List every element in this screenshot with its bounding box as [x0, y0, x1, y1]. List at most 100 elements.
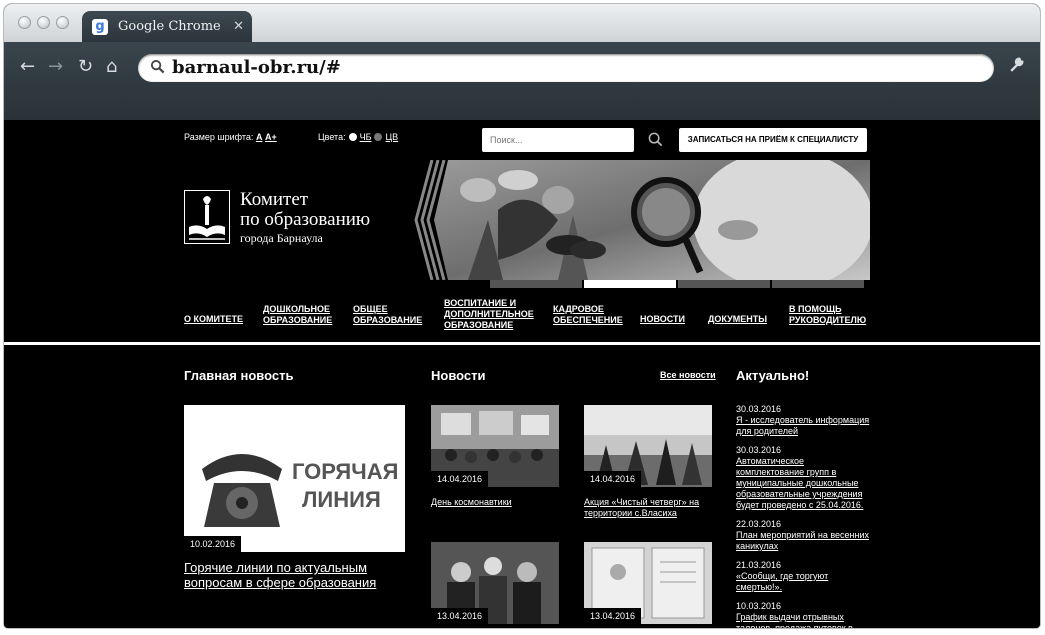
- site-logo[interactable]: Комитет по образованию города Барнаула: [184, 190, 370, 246]
- news-thumb-4[interactable]: 13.04.2016: [584, 542, 712, 624]
- telephone-icon: ГОРЯЧАЯ ЛИНИЯ: [202, 454, 398, 527]
- nav-item-general-education[interactable]: ОБЩЕЕ ОБРАЗОВАНИЕ: [353, 304, 422, 326]
- nav-label: ОБЕСПЕЧЕНИЕ: [553, 315, 623, 325]
- actual-list: 30.03.2016 Я - исследователь информация …: [736, 404, 870, 628]
- reload-icon[interactable]: ↻: [78, 56, 93, 77]
- header-banner-image: [414, 160, 870, 280]
- font-size-aplus-link[interactable]: A+: [265, 132, 277, 142]
- main-news-heading: Главная новость: [184, 368, 294, 383]
- news-date: 14.04.2016: [584, 471, 642, 487]
- news-thumb-3[interactable]: 13.04.2016: [431, 542, 559, 624]
- font-size-label: Размер шрифта:: [184, 132, 254, 142]
- nav-label: ОБРАЗОВАНИЕ: [353, 315, 423, 325]
- all-news-link[interactable]: Все новости: [660, 370, 716, 380]
- nav-item-preschool[interactable]: ДОШКОЛЬНОЕ ОБРАЗОВАНИЕ: [263, 304, 332, 326]
- news-date: 13.04.2016: [584, 608, 642, 624]
- nav-label: ОБРАЗОВАНИЕ: [444, 320, 514, 330]
- logo-line2: по образованию: [240, 209, 371, 230]
- list-item: 10.03.2016 График выдачи отрывных талоно…: [736, 601, 870, 628]
- actual-title-link[interactable]: График выдачи отрывных талонов, продажа …: [736, 612, 853, 628]
- maximize-window-button[interactable]: [56, 16, 69, 29]
- main-news-title-link[interactable]: Горячие линии по актуальным вопросам в с…: [184, 560, 409, 590]
- back-icon[interactable]: ←: [20, 56, 35, 77]
- news-heading: Новости: [431, 368, 486, 383]
- news-title-link[interactable]: День космонавтики: [431, 497, 561, 508]
- search-input[interactable]: [482, 128, 634, 152]
- actual-title-link[interactable]: Я - исследователь информация для родител…: [736, 415, 869, 436]
- nav-item-committee[interactable]: О КОМИТЕТЕ: [184, 314, 243, 325]
- logo-text: Комитет по образованию города Барнаула: [240, 190, 370, 246]
- list-item: 22.03.2016 План мероприятий на весенних …: [736, 519, 870, 552]
- news-thumb-1[interactable]: 14.04.2016: [431, 405, 559, 487]
- actual-date: 22.03.2016: [736, 519, 782, 529]
- nav-label: КАДРОВОЕ: [553, 304, 604, 314]
- colors-label: Цвета:: [318, 132, 346, 142]
- nav-item-staffing[interactable]: КАДРОВОЕ ОБЕСПЕЧЕНИЕ: [553, 304, 623, 326]
- news-date: 13.04.2016: [431, 608, 489, 624]
- nav-item-documents[interactable]: ДОКУМЕНТЫ: [708, 314, 767, 325]
- hotline-text-l1: ГОРЯЧАЯ: [292, 459, 398, 484]
- nav-label: НОВОСТИ: [640, 314, 686, 324]
- minimize-window-button[interactable]: [37, 16, 50, 29]
- tab-close-icon[interactable]: ✕: [233, 18, 244, 34]
- home-icon[interactable]: ⌂: [106, 56, 117, 77]
- torch-book-emblem-icon: [184, 190, 230, 244]
- actual-date: 30.03.2016: [736, 445, 782, 455]
- main-news-image[interactable]: ГОРЯЧАЯ ЛИНИЯ 10.02.2016: [184, 405, 405, 552]
- slider-dot-2[interactable]: [584, 280, 676, 288]
- close-window-button[interactable]: [18, 16, 31, 29]
- color-link[interactable]: ЦВ: [385, 132, 398, 142]
- news-title-link[interactable]: Акция «Чистый четверг» на территории с.В…: [584, 497, 714, 519]
- nav-label: ОБЩЕЕ: [353, 304, 388, 314]
- actual-date: 30.03.2016: [736, 404, 782, 414]
- bw-radio[interactable]: [348, 133, 357, 141]
- actual-title-link[interactable]: «Сообщи, где торгуют смертью!».: [736, 571, 828, 592]
- search-button-icon[interactable]: [648, 132, 663, 150]
- actual-date: 10.03.2016: [736, 601, 782, 611]
- slider-dot-1[interactable]: [490, 280, 582, 288]
- main-news-date: 10.02.2016: [184, 536, 242, 552]
- tab-title: Google Chrome: [118, 19, 221, 34]
- actual-date: 21.03.2016: [736, 560, 782, 570]
- font-size-a-link[interactable]: A: [256, 132, 263, 142]
- actual-title-link[interactable]: План мероприятий на весенних каникулах: [736, 530, 869, 551]
- nav-label: ДОКУМЕНТЫ: [708, 314, 768, 324]
- font-size-control: Размер шрифта: A A+: [184, 132, 277, 142]
- color-control: Цвета: ЧБ ЦВ: [318, 132, 398, 142]
- nav-label: В ПОМОЩЬ: [789, 304, 842, 314]
- browser-tab[interactable]: g Google Chrome ✕: [82, 11, 252, 42]
- logo-line1: Комитет: [240, 189, 309, 210]
- actual-heading: Актуально!: [736, 368, 810, 383]
- search-icon: [150, 59, 165, 78]
- news-date: 14.04.2016: [431, 471, 489, 487]
- slider-dot-4[interactable]: [772, 280, 864, 288]
- slider-dot-3[interactable]: [678, 280, 770, 288]
- news-thumb-2[interactable]: 14.04.2016: [584, 405, 712, 487]
- nav-item-help-manager[interactable]: В ПОМОЩЬ РУКОВОДИТЕЛЮ: [789, 304, 866, 326]
- browser-window: g Google Chrome ✕ ← → ↻ ⌂ barnaul-obr.ru…: [4, 4, 1040, 628]
- nav-label: ДОШКОЛЬНОЕ: [263, 304, 331, 314]
- nav-label: РУКОВОДИТЕЛЮ: [789, 315, 867, 325]
- nav-label: О КОМИТЕТЕ: [184, 314, 243, 324]
- nav-item-news[interactable]: НОВОСТИ: [640, 314, 685, 325]
- address-url: barnaul-obr.ru/#: [172, 57, 341, 78]
- forward-icon[interactable]: →: [48, 56, 63, 77]
- list-item: 30.03.2016 Я - исследователь информация …: [736, 404, 870, 437]
- appointment-button[interactable]: ЗАПИСАТЬСЯ НА ПРИЁМ К СПЕЦИАЛИСТУ: [679, 128, 867, 152]
- bw-link[interactable]: ЧБ: [360, 132, 372, 142]
- wrench-icon[interactable]: [1008, 56, 1025, 78]
- hotline-text-l2: ЛИНИЯ: [302, 487, 381, 512]
- window-controls: [18, 16, 69, 29]
- header-divider: [4, 342, 1040, 345]
- list-item: 30.03.2016 Автоматическое комплектование…: [736, 445, 870, 511]
- nav-label: ДОПОЛНИТЕЛЬНОЕ: [444, 309, 534, 319]
- logo-line3: города Барнаула: [240, 231, 323, 245]
- color-radio[interactable]: [374, 133, 383, 141]
- nav-label: ОБРАЗОВАНИЕ: [263, 315, 333, 325]
- list-item: 21.03.2016 «Сообщи, где торгуют смертью!…: [736, 560, 870, 593]
- address-bar[interactable]: barnaul-obr.ru/#: [138, 54, 994, 82]
- actual-title-link[interactable]: Автоматическое комплектование групп в му…: [736, 456, 863, 510]
- google-favicon-icon: g: [92, 19, 108, 35]
- nav-item-upbringing[interactable]: ВОСПИТАНИЕ И ДОПОЛНИТЕЛЬНОЕ ОБРАЗОВАНИЕ: [444, 298, 534, 331]
- banner-slider-indicators: [490, 280, 864, 288]
